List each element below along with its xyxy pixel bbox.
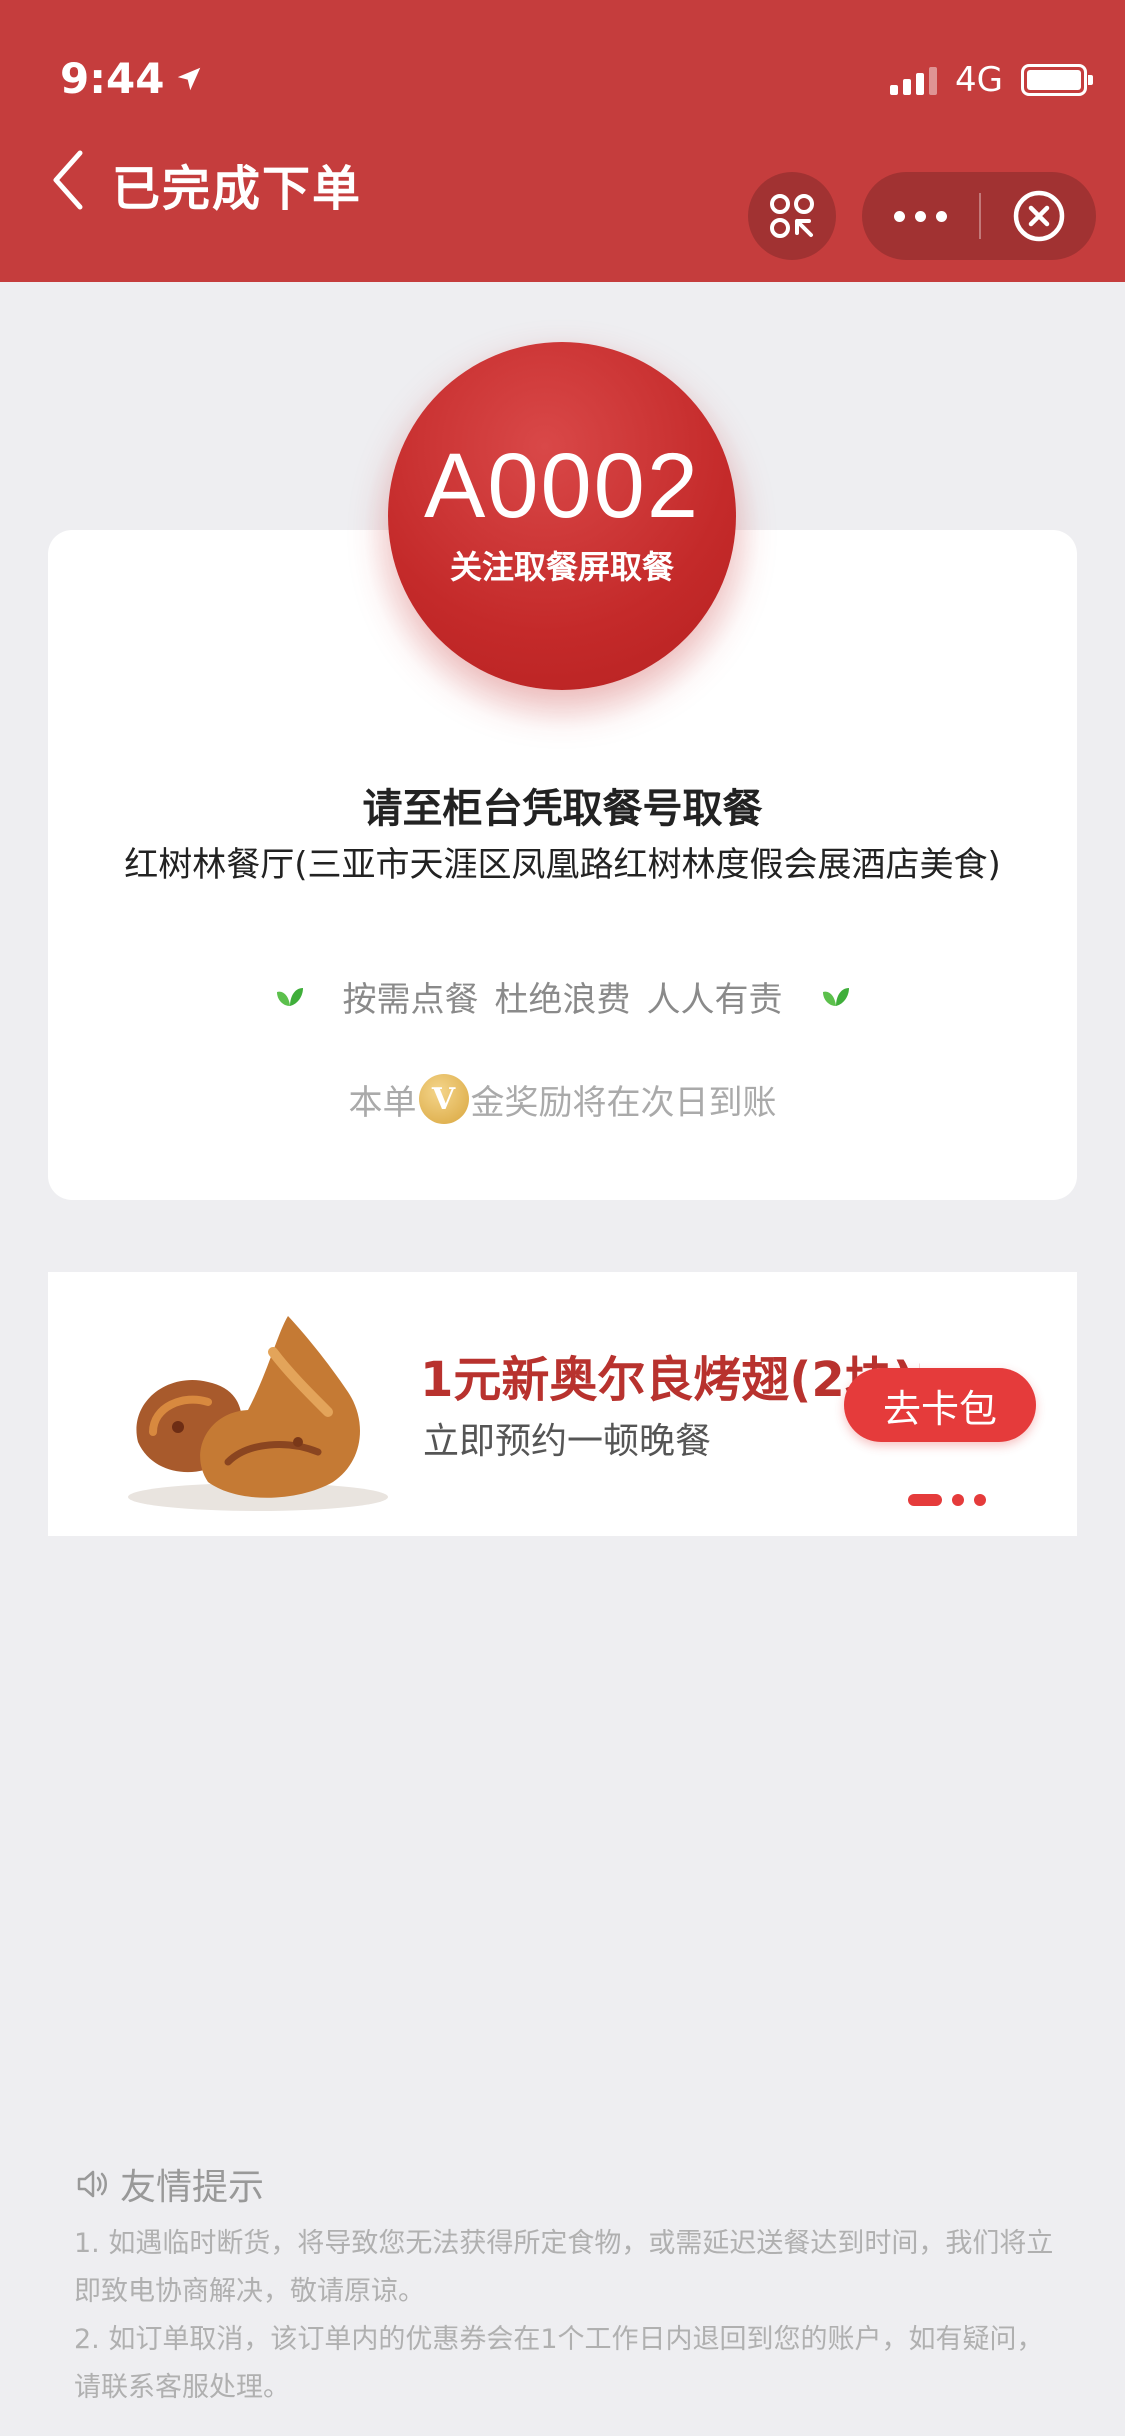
scan-icon: [770, 194, 814, 238]
close-circle-icon: [1013, 190, 1064, 242]
tips-title: 友情提示: [120, 2167, 265, 2208]
battery-icon: [1021, 64, 1093, 96]
status-bar-right: 4G: [890, 60, 1093, 100]
dot-icon: [915, 210, 926, 222]
location-arrow-icon: [178, 67, 201, 90]
signal-icon: [890, 65, 938, 95]
tips-list: 1. 如遇临时断货，将导致您无法获得所定食物，或需延迟送餐达到时间，我们将立即致…: [74, 2220, 1064, 2412]
carousel-dot-active[interactable]: [908, 1494, 942, 1506]
pickup-hint: 关注取餐屏取餐: [449, 548, 674, 586]
slogan-part: 按需点餐: [342, 980, 479, 1020]
top-bar: 9:44 4G 已完成下单: [0, 0, 1125, 282]
time-text: 9:44: [60, 54, 165, 103]
scan-button[interactable]: [748, 172, 836, 260]
dot-icon: [894, 210, 905, 222]
pickup-instruction: 请至柜台凭取餐号取餐: [362, 786, 763, 832]
anti-waste-slogan: 按需点餐 杜绝浪费 人人有责: [0, 972, 1125, 1021]
dot-icon: [936, 210, 947, 222]
more-button[interactable]: [862, 172, 979, 260]
reward-notice: 本单 V 金奖励将在次日到账: [0, 1074, 1125, 1124]
carousel-dot[interactable]: [974, 1494, 986, 1506]
promo-subtitle: 立即预约一顿晚餐: [423, 1421, 712, 1462]
close-button[interactable]: [981, 172, 1096, 260]
mini-program-capsule: [862, 172, 1096, 260]
leaf-icon: [276, 987, 303, 1006]
slogan-part: 人人有责: [646, 980, 783, 1020]
tip-item: 2. 如订单取消，该订单内的优惠券会在1个工作日内退回到您的账户，如有疑问，请联…: [74, 2324, 1044, 2403]
restaurant-name: 红树林餐厅(三亚市天涯区凤凰路红树林度假会展酒店美食): [124, 845, 1001, 885]
back-arrow-icon[interactable]: [48, 145, 88, 215]
promo-banner[interactable]: 1元新奥尔良烤翅(2块)券 立即预约一顿晚餐 去卡包: [48, 1272, 1077, 1536]
go-to-card-wallet-button[interactable]: 去卡包: [844, 1368, 1036, 1442]
reward-suffix: 金奖励将在次日到账: [470, 1082, 777, 1123]
reward-prefix: 本单: [348, 1082, 417, 1123]
leaf-icon: [822, 987, 849, 1006]
status-bar-time: 9:44: [60, 54, 204, 103]
pickup-number: A0002: [423, 435, 701, 537]
network-label: 4G: [955, 60, 1003, 100]
tip-item: 1. 如遇临时断货，将导致您无法获得所定食物，或需延迟送餐达到时间，我们将立即致…: [74, 2228, 1054, 2307]
v-coin-icon: V: [418, 1074, 469, 1124]
carousel-indicator[interactable]: [908, 1494, 986, 1506]
slogan-part: 杜绝浪费: [494, 980, 631, 1020]
page-title: 已完成下单: [112, 161, 363, 217]
speaker-icon: [77, 2170, 107, 2198]
tips-header: 友情提示: [74, 2158, 264, 2210]
pickup-number-badge: A0002 关注取餐屏取餐: [388, 342, 736, 690]
carousel-dot[interactable]: [952, 1494, 964, 1506]
chicken-wings-image: [128, 1316, 388, 1511]
